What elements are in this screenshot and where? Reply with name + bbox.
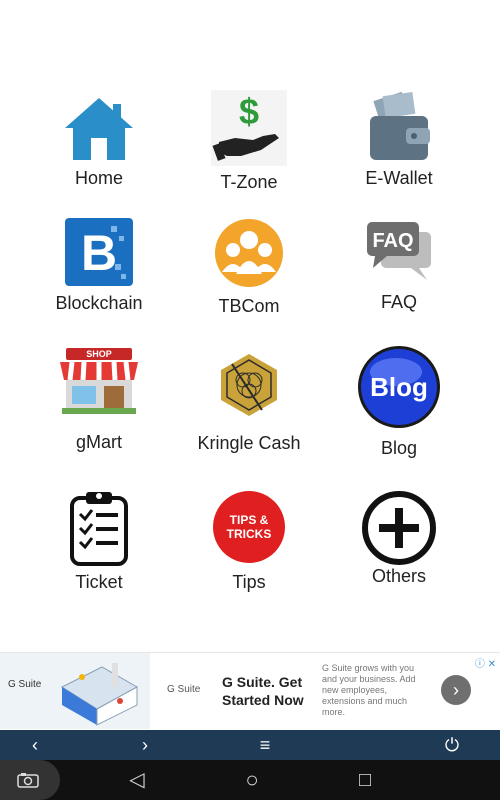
menu-tile-home[interactable]: Home — [24, 90, 174, 200]
menu-tile-t-zone[interactable]: $ T-Zone — [174, 90, 324, 200]
chevron-right-icon: › — [453, 680, 459, 700]
nav-recents-icon[interactable]: □ — [353, 760, 377, 800]
blockchain-icon: B — [65, 218, 133, 286]
main-menu-grid: Home $ T-Zone E-Wallet B Blockchain TBCo… — [0, 0, 500, 650]
money-hand-icon: $ — [211, 90, 287, 166]
menu-label-gmart: gMart — [75, 432, 122, 452]
svg-text:SHOP: SHOP — [86, 349, 112, 359]
svg-text:$: $ — [239, 91, 259, 132]
ad-description: G Suite grows with you and your business… — [322, 663, 416, 717]
menu-label-e-wallet: E-Wallet — [365, 168, 433, 188]
camera-icon — [17, 773, 39, 788]
menu-tile-faq[interactable]: FAQ FAQ — [324, 218, 474, 318]
menu-label-blog: Blog — [380, 438, 418, 458]
forward-arrow-icon[interactable]: › — [130, 730, 160, 760]
faq-icon: FAQ — [367, 222, 431, 280]
system-navigation-bar: ◁ ○ □ — [0, 760, 500, 800]
menu-tile-others[interactable]: Others — [324, 490, 474, 600]
ad-headline[interactable]: G Suite. Get Started Now — [222, 673, 312, 709]
home-icon — [65, 98, 133, 160]
ticket-clipboard-icon — [70, 492, 128, 566]
menu-tile-ticket[interactable]: Ticket — [24, 490, 174, 600]
svg-text:TRICKS: TRICKS — [227, 527, 272, 541]
svg-text:FAQ: FAQ — [372, 230, 413, 252]
ad-thumbnail-brand: G Suite — [8, 679, 42, 690]
menu-tile-blog[interactable]: Blog Blog — [324, 346, 474, 458]
app-bottom-bar: ‹ › ≡ ⏻ — [0, 730, 500, 760]
community-icon — [215, 219, 283, 287]
menu-label-kringle-cash: Kringle Cash — [197, 433, 301, 453]
menu-tile-blockchain[interactable]: B Blockchain — [24, 218, 174, 318]
menu-tile-gmart[interactable]: SHOP gMart — [24, 346, 174, 456]
ad-open-button[interactable]: › — [441, 675, 471, 705]
wallet-icon — [370, 91, 430, 160]
menu-label-faq: FAQ — [380, 292, 417, 312]
screenshot-button[interactable] — [0, 760, 60, 800]
menu-tile-kringle-cash[interactable]: Kringle Cash — [174, 346, 324, 456]
menu-label-blockchain: Blockchain — [55, 293, 143, 313]
power-icon[interactable]: ⏻ — [437, 730, 467, 760]
svg-text:Blog: Blog — [370, 372, 428, 402]
menu-label-t-zone: T-Zone — [220, 172, 278, 192]
menu-label-tips: Tips — [232, 572, 266, 592]
kringle-cash-icon — [221, 354, 277, 416]
svg-text:B: B — [81, 225, 117, 281]
shop-icon: SHOP — [60, 348, 138, 414]
menu-tile-tips[interactable]: TIPS & TRICKS Tips — [174, 490, 324, 600]
menu-label-others: Others — [371, 566, 427, 586]
ad-brand: G Suite — [167, 684, 201, 695]
back-arrow-icon[interactable]: ‹ — [20, 730, 50, 760]
nav-back-icon[interactable]: ◁ — [125, 760, 149, 800]
ad-thumbnail: G Suite — [0, 653, 150, 729]
ad-info-close-icons[interactable]: ⓘ ✕ — [475, 655, 496, 670]
svg-text:TIPS &: TIPS & — [230, 513, 269, 527]
nav-home-icon[interactable]: ○ — [240, 760, 264, 800]
blog-icon: Blog — [358, 346, 440, 428]
menu-label-ticket: Ticket — [75, 572, 123, 592]
menu-label-home: Home — [74, 168, 123, 188]
menu-label-tbcom: TBCom — [218, 296, 280, 316]
ad-illustration-icon — [60, 663, 139, 726]
menu-tile-tbcom[interactable]: TBCom — [174, 218, 324, 318]
menu-tile-e-wallet[interactable]: E-Wallet — [324, 90, 474, 200]
menu-icon[interactable]: ≡ — [250, 730, 280, 760]
plus-circle-icon — [362, 491, 436, 565]
tips-icon: TIPS & TRICKS — [213, 491, 285, 563]
ad-banner[interactable]: G Suite G Suite G Suite. Get Started Now… — [0, 652, 500, 729]
